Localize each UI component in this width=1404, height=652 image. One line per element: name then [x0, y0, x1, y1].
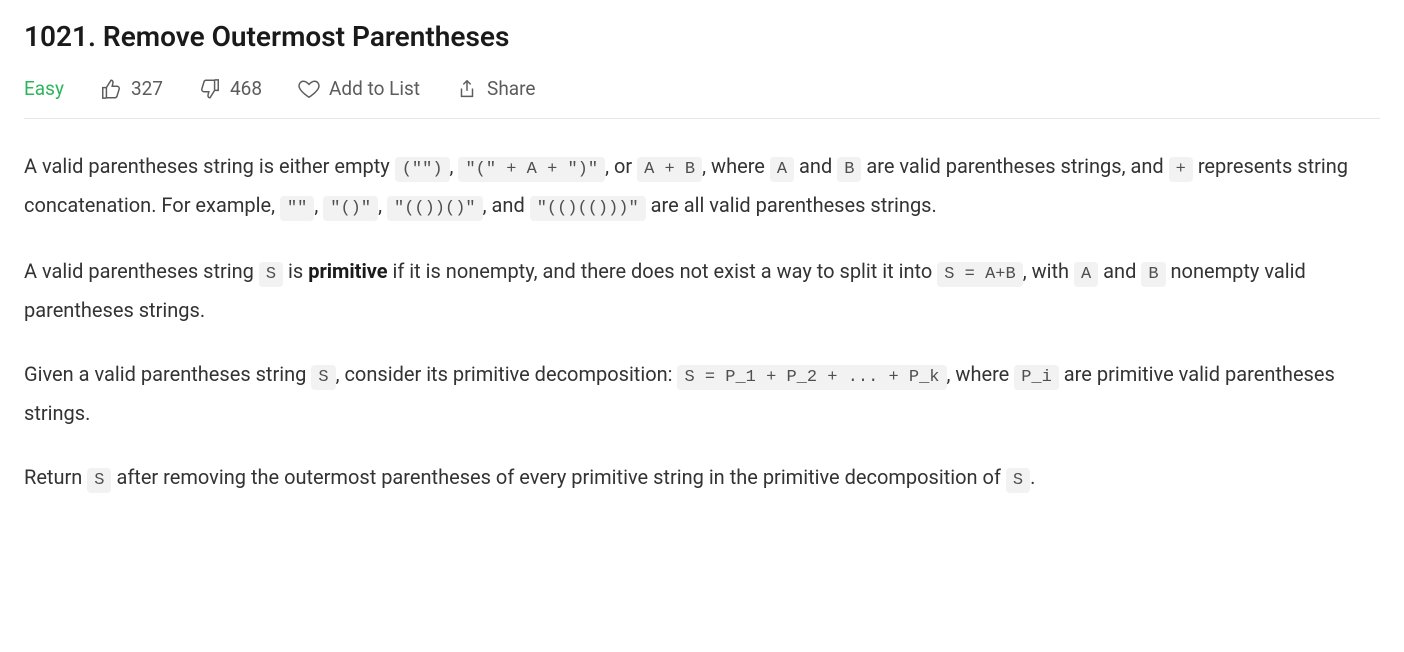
text: after removing the outermost parentheses… — [111, 465, 1005, 489]
inline-code: "(" + A + ")" — [458, 157, 605, 182]
inline-code: S — [1006, 468, 1030, 493]
inline-code: S — [87, 468, 111, 493]
text: and — [794, 154, 837, 178]
text: , where — [947, 362, 1015, 386]
add-to-list-label: Add to List — [329, 77, 420, 100]
text: if it is nonempty, and there does not ex… — [388, 259, 938, 283]
thumbs-up-icon — [100, 78, 122, 100]
text: A valid parentheses string — [24, 259, 259, 283]
text: , with — [1023, 259, 1074, 283]
share-button[interactable]: Share — [456, 77, 535, 100]
like-button[interactable]: 327 — [100, 77, 163, 100]
inline-code: B — [1141, 262, 1165, 287]
inline-code: S = A+B — [937, 262, 1022, 287]
description-paragraph: Return S after removing the outermost pa… — [24, 458, 1380, 497]
difficulty-badge: Easy — [24, 77, 64, 100]
inline-code: "()" — [323, 196, 378, 221]
text: are valid parentheses strings, and — [861, 154, 1168, 178]
inline-code: S — [259, 262, 283, 287]
description-paragraph: A valid parentheses string S is primitiv… — [24, 252, 1380, 329]
text: , — [314, 193, 323, 217]
text-strong: primitive — [308, 259, 387, 283]
inline-code: "" — [280, 196, 314, 221]
text: Given a valid parentheses string — [24, 362, 311, 386]
inline-code: P_i — [1014, 365, 1059, 390]
inline-code: A — [1074, 262, 1098, 287]
description-paragraph: Given a valid parentheses string S, cons… — [24, 355, 1380, 432]
text: , or — [605, 154, 637, 178]
text: is — [283, 259, 308, 283]
description-paragraph: A valid parentheses string is either emp… — [24, 147, 1380, 226]
inline-code: "(())()" — [387, 196, 483, 221]
dislike-count: 468 — [230, 77, 262, 100]
inline-code: S — [311, 365, 335, 390]
dislike-button[interactable]: 468 — [199, 77, 262, 100]
problem-description: A valid parentheses string is either emp… — [24, 147, 1380, 497]
add-to-list-button[interactable]: Add to List — [298, 77, 420, 100]
inline-code: B — [837, 157, 861, 182]
text: . — [1030, 465, 1035, 489]
share-icon — [456, 78, 478, 100]
text: , and — [483, 193, 530, 217]
text: and — [1098, 259, 1141, 283]
text: , — [378, 193, 387, 217]
inline-code: ("") — [395, 157, 450, 182]
text: A valid parentheses string is either emp… — [24, 154, 395, 178]
text: , where — [702, 154, 770, 178]
inline-code: "(()(()))" — [530, 196, 646, 221]
heart-icon — [298, 78, 320, 100]
text: , consider its primitive decomposition: — [336, 362, 678, 386]
thumbs-down-icon — [199, 78, 221, 100]
inline-code: A — [770, 157, 794, 182]
like-count: 327 — [131, 77, 163, 100]
text: Return — [24, 465, 87, 489]
text: are all valid parentheses strings. — [646, 193, 937, 217]
problem-toolbar: Easy 327 468 Add to List Share — [24, 77, 1380, 119]
inline-code: + — [1169, 157, 1193, 182]
inline-code: S = P_1 + P_2 + ... + P_k — [677, 365, 946, 390]
share-label: Share — [487, 77, 535, 100]
problem-title: 1021. Remove Outermost Parentheses — [24, 20, 1380, 53]
inline-code: A + B — [637, 157, 702, 182]
